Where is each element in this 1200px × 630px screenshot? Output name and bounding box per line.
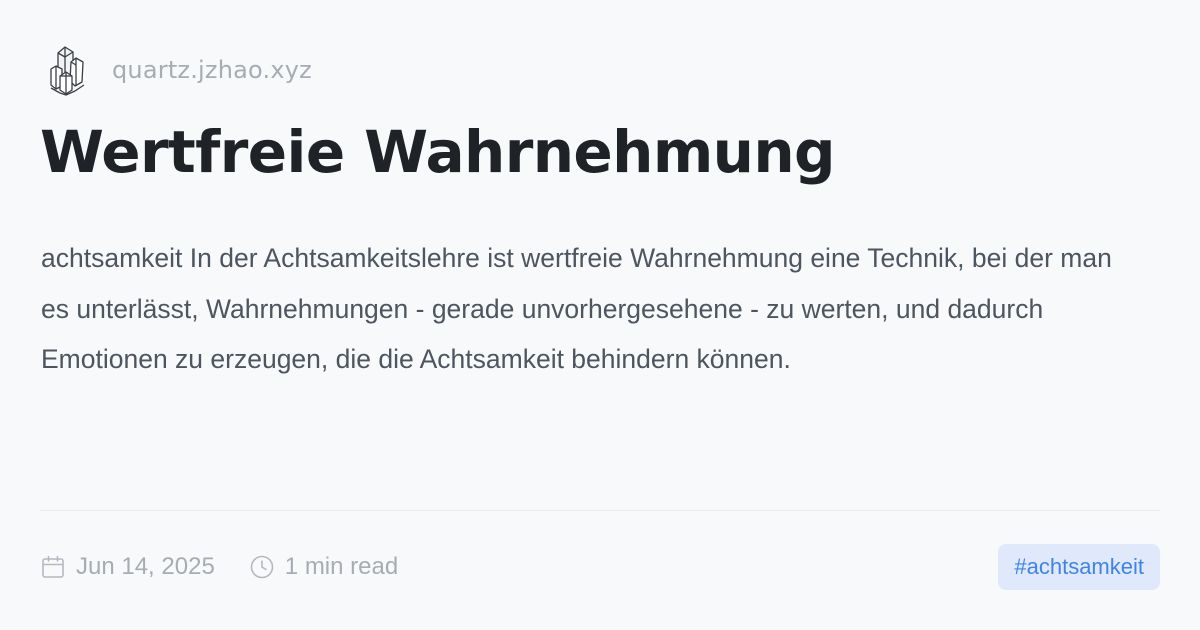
page-description: achtsamkeit In der Achtsamkeitslehre ist… xyxy=(41,243,1112,374)
date-meta: Jun 14, 2025 xyxy=(40,554,215,580)
meta-row: Jun 14, 2025 1 min read #achtsamkeit xyxy=(40,543,1160,591)
date-text: Jun 14, 2025 xyxy=(76,553,215,580)
read-time-text: 1 min read xyxy=(284,553,399,580)
site-header: quartz.jzhao.xyz xyxy=(44,40,312,100)
clock-icon xyxy=(249,554,275,580)
tag-achtsamkeit[interactable]: #achtsamkeit xyxy=(998,544,1160,590)
read-time-meta: 1 min read xyxy=(249,554,398,580)
calendar-icon xyxy=(40,554,66,580)
og-card: quartz.jzhao.xyz Wertfreie Wahrnehmung a… xyxy=(0,0,1200,630)
page-title: Wertfreie Wahrnehmung xyxy=(40,118,836,186)
crystal-icon xyxy=(44,40,92,100)
site-name[interactable]: quartz.jzhao.xyz xyxy=(112,58,312,82)
divider xyxy=(40,510,1160,511)
